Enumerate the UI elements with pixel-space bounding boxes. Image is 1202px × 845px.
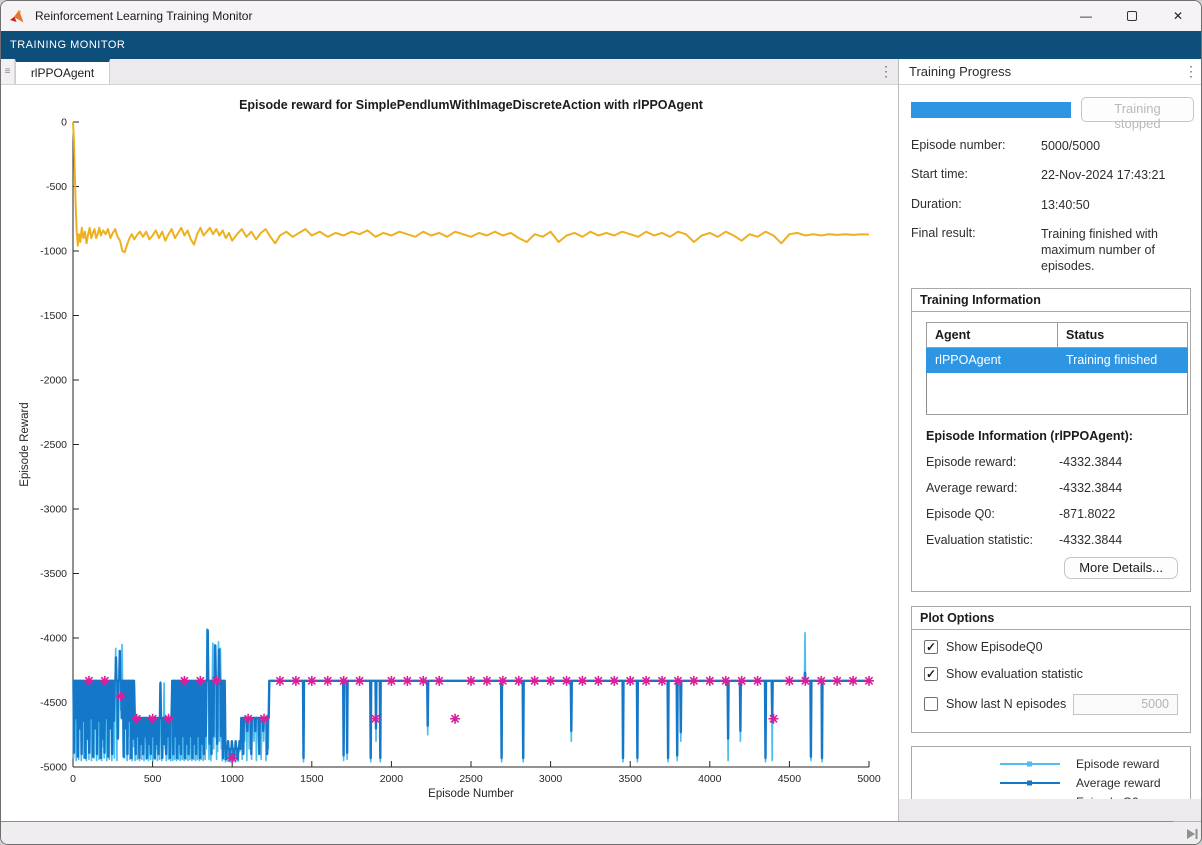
maximize-button[interactable] [1109,1,1155,31]
svg-text:1500: 1500 [300,773,324,785]
field-episode-number: Episode number: 5000/5000 [911,138,1195,154]
toolstrip-label: TRAINING MONITOR [10,39,125,51]
field-average-reward: Average reward: -4332.3844 [926,481,1178,495]
progress-bar-fill [911,102,1071,118]
show-evaluation-statistic-checkbox[interactable]: ✓ [924,667,938,681]
more-details-button[interactable]: More Details... [1064,557,1178,579]
progress-fields: Episode number: 5000/5000 Start time: 22… [911,138,1195,275]
legend-item-episode-reward: Episode reward [912,757,1190,772]
scroll-corner [1173,821,1202,845]
option-show-last-n-episodes: ✓ Show last N episodes [924,694,1178,715]
table-row[interactable]: rlPPOAgent Training finished [927,347,1188,372]
svg-text:-3500: -3500 [40,568,67,580]
svg-text:0: 0 [70,773,76,785]
legend-box: Episode reward Average reward Episode Q0… [911,746,1191,800]
field-evaluation-statistic: Evaluation statistic: -4332.3844 [926,533,1178,547]
figure-tabstrip: ≡ rlPPOAgent ⋮ [1,59,898,85]
progress-bar [911,102,1071,118]
legend-item-episode-q0: Episode Q0 [912,795,1190,800]
matlab-logo-icon [10,9,27,24]
svg-text:-2500: -2500 [40,439,67,451]
panel-title: Training Progress [899,64,1179,79]
svg-text:-1000: -1000 [40,246,67,258]
horizontal-scrollbar[interactable] [1,821,1173,845]
title-bar: Reinforcement Learning Training Monitor … [1,1,1201,31]
episode-information-title: Episode Information (rlPPOAgent): [926,429,1178,443]
episode-q0-line-icon [998,796,1062,799]
app-window: Reinforcement Learning Training Monitor … [0,0,1202,845]
window-title: Reinforcement Learning Training Monitor [35,9,252,23]
svg-text:Episode Number: Episode Number [428,788,514,800]
training-information-title: Training Information [912,289,1190,312]
maximize-icon [1127,11,1137,21]
table-empty-row [927,372,1188,414]
plot-options-box: Plot Options ✓ Show EpisodeQ0 ✓ Show eva… [911,606,1191,733]
svg-text:4000: 4000 [698,773,722,785]
column-header-agent: Agent [927,322,1058,347]
tab-label: rlPPOAgent [31,66,94,80]
field-episode-q0: Episode Q0: -871.8022 [926,507,1178,521]
svg-text:Episode reward for SimplePendl: Episode reward for SimplePendlumWithImag… [239,98,704,112]
skip-to-end-icon[interactable] [1186,828,1199,840]
svg-text:-3000: -3000 [40,504,67,516]
figure-pane: ≡ rlPPOAgent ⋮ Episode reward for Simple… [1,59,898,821]
close-button[interactable]: ✕ [1155,1,1201,31]
svg-text:-5000: -5000 [40,762,67,774]
figure-menu-icon[interactable]: ⋮ [874,59,898,84]
panel-header: Training Progress ⋮ [899,59,1202,85]
average-reward-line-icon [998,777,1062,789]
field-final-result: Final result: Training finished with max… [911,226,1195,275]
figure-area: Episode reward for SimplePendlumWithImag… [1,85,898,821]
training-stopped-button[interactable]: Training stopped [1081,97,1194,122]
minimize-button[interactable]: — [1063,1,1109,31]
bottom-bar [1,821,1201,845]
svg-text:2500: 2500 [459,773,483,785]
agent-cell: rlPPOAgent [927,347,1058,372]
panel-menu-icon[interactable]: ⋮ [1179,63,1202,80]
svg-text:-2000: -2000 [40,375,67,387]
svg-text:500: 500 [144,773,162,785]
svg-text:0: 0 [61,117,67,129]
svg-text:-500: -500 [46,181,67,193]
training-progress-pane: Training Progress ⋮ Training stopped Epi… [898,59,1202,821]
field-start-time: Start time: 22-Nov-2024 17:43:21 [911,167,1195,183]
svg-text:3000: 3000 [539,773,563,785]
show-last-n-episodes-checkbox[interactable]: ✓ [924,697,938,711]
legend-item-average-reward: Average reward [912,776,1190,791]
training-information-box: Training Information Agent Status rlPPOA… [911,288,1191,592]
training-monitor-toolstrip: TRAINING MONITOR [1,31,1201,59]
svg-text:-4500: -4500 [40,697,67,709]
svg-text:4500: 4500 [778,773,802,785]
tab-list-icon[interactable]: ≡ [1,59,15,84]
plot-options-title: Plot Options [912,607,1190,630]
agent-status-table: Agent Status rlPPOAgent Training finishe… [926,322,1188,415]
episode-reward-line-icon [998,758,1062,770]
field-episode-reward: Episode reward: -4332.3844 [926,455,1178,469]
training-chart: Episode reward for SimplePendlumWithImag… [1,85,898,821]
svg-text:-1500: -1500 [40,310,67,322]
option-show-episodeq0: ✓ Show EpisodeQ0 [924,640,1178,654]
status-cell: Training finished [1058,347,1188,372]
panel-body: Training stopped Episode number: 5000/50… [899,85,1202,799]
table-header-row: Agent Status [927,322,1188,347]
show-episodeq0-checkbox[interactable]: ✓ [924,640,938,654]
svg-text:-4000: -4000 [40,633,67,645]
svg-text:1000: 1000 [221,773,245,785]
tab-rlppoagent[interactable]: rlPPOAgent [15,59,110,84]
tabstrip-spacer [110,59,874,84]
svg-text:Episode Reward: Episode Reward [19,402,31,486]
svg-text:2000: 2000 [380,773,404,785]
last-n-episodes-input[interactable] [1073,694,1178,715]
svg-text:5000: 5000 [857,773,881,785]
field-duration: Duration: 13:40:50 [911,197,1195,213]
progress-row: Training stopped [911,97,1195,122]
option-show-evaluation-statistic: ✓ Show evaluation statistic [924,667,1178,681]
column-header-status: Status [1058,322,1188,347]
svg-text:3500: 3500 [619,773,643,785]
